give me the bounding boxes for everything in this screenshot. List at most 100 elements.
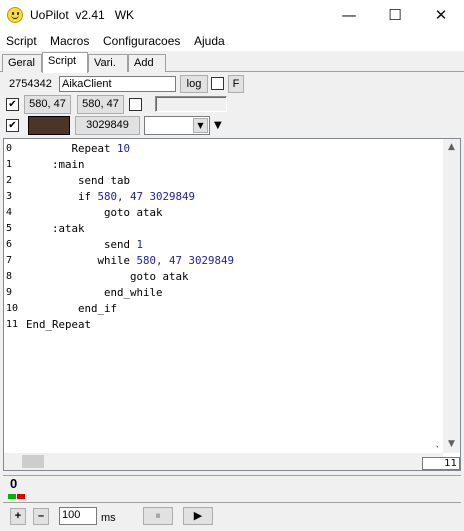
code-token: end_while xyxy=(104,286,163,299)
code-text[interactable]: goto atak xyxy=(26,205,163,221)
code-text[interactable]: end_while xyxy=(26,285,163,301)
coords2-checkbox[interactable] xyxy=(129,98,142,111)
coords-checkbox[interactable]: ✔ xyxy=(6,98,19,111)
scroll-up-icon[interactable]: ▲ xyxy=(443,139,460,156)
code-text[interactable]: send 1 xyxy=(26,237,143,253)
ms-label: ms xyxy=(101,512,116,524)
counter: 0 xyxy=(10,476,18,491)
line-number: 8 xyxy=(6,271,13,282)
code-text[interactable]: goto atak xyxy=(26,269,189,285)
code-line[interactable]: 0 Repeat 10 xyxy=(4,141,444,157)
code-text[interactable]: :atak xyxy=(26,221,85,237)
maximize-button[interactable]: ☐ xyxy=(372,0,418,31)
color-value-button[interactable]: 3029849 xyxy=(75,116,140,135)
window-title: UoPilot v2.41 WK xyxy=(30,8,135,22)
plus-button[interactable]: + xyxy=(10,508,26,525)
cursor-line-indicator: 11 xyxy=(422,457,460,470)
color-select[interactable]: ▼ xyxy=(144,116,210,135)
dropdown-caret-icon[interactable]: ▼ xyxy=(214,120,222,131)
menu-configuracoes[interactable]: Configuracoes xyxy=(103,34,180,48)
menu-macros[interactable]: Macros xyxy=(50,34,89,48)
line-number: 6 xyxy=(6,239,13,250)
code-number: 580, 47 3029849 xyxy=(136,254,235,267)
script-editor[interactable]: 0 Repeat 10 1 :main 2 send tab 3 if 580, 47… xyxy=(3,138,461,471)
code-text[interactable]: while 580, 47 3029849 xyxy=(26,253,235,269)
code-token: while xyxy=(97,254,137,267)
code-token: end_if xyxy=(78,302,118,315)
line-number: 1 xyxy=(6,159,13,170)
code-text[interactable]: end_if xyxy=(26,301,117,317)
coords-button-2[interactable]: 580, 47 xyxy=(77,95,124,114)
code-token: send xyxy=(104,238,137,251)
color-swatch[interactable] xyxy=(28,116,70,135)
delay-field[interactable]: 100 xyxy=(59,507,97,525)
line-number: 7 xyxy=(6,255,13,266)
code-text[interactable]: End_Repeat xyxy=(26,317,91,333)
code-number: 580, 47 3029849 xyxy=(97,190,196,203)
menu-script[interactable]: Script xyxy=(6,34,37,48)
menu-bar: Script Macros Configuracoes Ajuda xyxy=(0,31,464,51)
code-line[interactable]: 2 send tab xyxy=(4,173,444,189)
code-token: :atak xyxy=(52,222,85,235)
code-number: 10 xyxy=(117,142,131,155)
code-text[interactable]: if 580, 47 3029849 xyxy=(26,189,195,205)
title-bar: UoPilot v2.41 WK — ☐ ✕ xyxy=(0,0,464,31)
tab-add[interactable]: Add xyxy=(128,54,166,72)
scroll-down-icon[interactable]: ▼ xyxy=(443,436,460,453)
code-token: End_Repeat xyxy=(26,318,92,331)
code-line[interactable]: 11 End_Repeat xyxy=(4,317,444,333)
code-line[interactable]: 6 send 1 xyxy=(4,237,444,253)
code-text[interactable]: Repeat 10 xyxy=(26,141,131,157)
code-line[interactable]: 7 while 580, 47 3029849 xyxy=(4,253,444,269)
smiley-app-icon xyxy=(7,7,23,23)
code-line[interactable]: 3 if 580, 47 3029849 xyxy=(4,189,444,205)
log-checkbox[interactable] xyxy=(211,77,224,90)
chevron-down-icon[interactable]: ▼ xyxy=(193,118,208,133)
code-line[interactable]: 10 end_if xyxy=(4,301,444,317)
close-button[interactable]: ✕ xyxy=(418,0,464,31)
code-token: goto atak xyxy=(104,206,163,219)
code-line[interactable]: 8 goto atak xyxy=(4,269,444,285)
code-area[interactable]: 0 Repeat 10 1 :main 2 send tab 3 if 580, 47… xyxy=(4,141,444,333)
code-line[interactable]: 1 :main xyxy=(4,157,444,173)
line-number: 9 xyxy=(6,287,13,298)
color-checkbox[interactable]: ✔ xyxy=(6,119,19,132)
code-token: send tab xyxy=(78,174,131,187)
cursor-tick: ` xyxy=(435,446,441,456)
code-text[interactable]: :main xyxy=(26,157,85,173)
minus-button[interactable]: – xyxy=(33,508,49,525)
divider xyxy=(3,475,461,476)
pause-button[interactable]: ⏸ xyxy=(143,507,173,525)
f-button[interactable]: F xyxy=(228,75,244,93)
code-line[interactable]: 4 goto atak xyxy=(4,205,444,221)
line-number: 11 xyxy=(6,319,19,330)
tab-geral[interactable]: Geral xyxy=(2,54,42,72)
code-number: 1 xyxy=(136,238,144,251)
line-number: 2 xyxy=(6,175,13,186)
window-name-field[interactable]: AikaClient xyxy=(59,76,176,92)
window-id-label: 2754342 xyxy=(9,78,52,90)
code-token: Repeat xyxy=(71,142,118,155)
play-button[interactable]: ▶ xyxy=(183,507,213,525)
blank-panel xyxy=(155,96,227,112)
line-number: 10 xyxy=(6,303,19,314)
code-token: goto atak xyxy=(130,270,189,283)
code-token: if xyxy=(78,190,98,203)
tab-strip: Geral Script Vari. Add xyxy=(0,51,464,73)
code-token: :main xyxy=(52,158,85,171)
vertical-scrollbar[interactable]: ▲ ▼ xyxy=(443,139,460,453)
coords-button-1[interactable]: 580, 47 xyxy=(24,95,71,114)
horizontal-scrollbar[interactable] xyxy=(4,453,443,470)
log-button[interactable]: log xyxy=(180,75,208,93)
code-text[interactable]: send tab xyxy=(26,173,130,189)
tab-script[interactable]: Script xyxy=(42,52,88,73)
code-line[interactable]: 5 :atak xyxy=(4,221,444,237)
scroll-thumb[interactable] xyxy=(22,455,44,468)
green-led xyxy=(8,494,16,499)
divider xyxy=(3,502,461,503)
menu-ajuda[interactable]: Ajuda xyxy=(194,34,225,48)
tab-vari[interactable]: Vari. xyxy=(88,54,128,72)
code-line[interactable]: 9 end_while xyxy=(4,285,444,301)
minimize-button[interactable]: — xyxy=(326,0,372,31)
line-number: 4 xyxy=(6,207,13,218)
